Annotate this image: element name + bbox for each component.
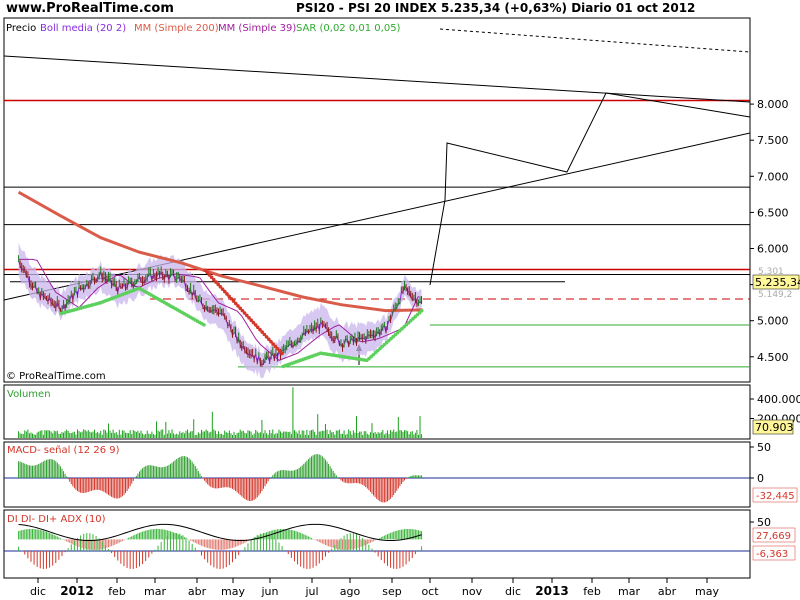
y-tick-label: 4.500 xyxy=(757,351,789,364)
x-tick-label: jun xyxy=(261,585,279,598)
last-price-value: 5.235,34 xyxy=(755,276,800,289)
macd-y-tick-label: 0 xyxy=(757,472,764,485)
y-tick-label: 6.000 xyxy=(757,243,789,256)
adx-value: 27,669 xyxy=(756,531,791,542)
x-tick-label: may xyxy=(695,585,719,598)
x-tick-label: may xyxy=(221,585,245,598)
x-tick-label: sep xyxy=(382,585,401,598)
adx-y-tick-label: 50 xyxy=(757,516,771,529)
x-tick-label: jul xyxy=(304,585,318,598)
x-tick-label: feb xyxy=(583,585,601,598)
x-tick-label: dic xyxy=(30,585,46,598)
y-tick-label: 8.000 xyxy=(757,98,789,111)
legend-precio: Precio xyxy=(6,23,36,34)
x-tick-label: abr xyxy=(658,585,677,598)
volume-y-tick-label: 400.000 xyxy=(757,393,800,406)
di-value: -6,363 xyxy=(756,549,788,560)
macd-y-tick-label: 50 xyxy=(757,441,771,454)
y-tick-label: 7.000 xyxy=(757,170,789,183)
y-tick-label: 5.000 xyxy=(757,315,789,328)
x-tick-label: dic xyxy=(505,585,521,598)
x-tick-label: mar xyxy=(618,585,640,598)
sar-dot xyxy=(202,323,206,327)
legend-ma39: MM (Simple 39) xyxy=(218,23,296,34)
x-tick-label: 2013 xyxy=(535,584,568,598)
x-tick-label: ago xyxy=(340,585,361,598)
x-tick-label: feb xyxy=(108,585,126,598)
sar-dot xyxy=(280,351,284,356)
watermark: © ProRealTime.com xyxy=(6,371,106,382)
legend-boll: Boll media (20 2) xyxy=(40,23,126,34)
volume-value: 70.903 xyxy=(755,421,794,434)
stock-chart[interactable]: 400.000200.000 500 50 dic 2012 feb mar abr ma… xyxy=(0,0,800,600)
mini-label-2: 5.149,2 xyxy=(758,290,792,300)
sar-dot xyxy=(419,308,424,313)
macd-value: -32,445 xyxy=(756,491,795,502)
y-tick-label: 6.500 xyxy=(757,206,789,219)
legend-sar: SAR (0,02 0,01 0,05) xyxy=(296,23,401,34)
y-tick-label: 7.500 xyxy=(757,134,789,147)
x-tick-label: abr xyxy=(188,585,207,598)
x-tick-label: mar xyxy=(144,585,166,598)
adx-label: DI DI- DI+ ADX (10) xyxy=(7,514,106,525)
macd-label: MACD- señal (12 26 9) xyxy=(7,445,120,456)
x-tick-label: oct xyxy=(421,585,439,598)
mini-label-1: 5.301 xyxy=(758,267,784,277)
volume-panel[interactable] xyxy=(3,384,751,440)
volume-label: Volumen xyxy=(7,389,51,400)
legend-ma200: MM (Simple 200) xyxy=(134,23,219,34)
x-tick-label: nov xyxy=(462,585,483,598)
x-tick-label: 2012 xyxy=(60,584,93,598)
